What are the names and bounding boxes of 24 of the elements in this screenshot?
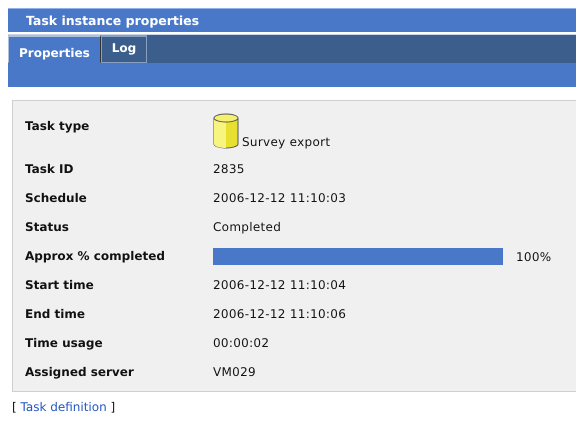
property-label: Task ID	[25, 162, 74, 178]
tab[interactable]: Properties	[8, 35, 101, 63]
property-value: 2006-12-12 11:10:06	[213, 307, 346, 323]
property-value: 2835	[213, 162, 245, 178]
property-label: Schedule	[25, 191, 88, 207]
window-title: Task instance properties	[8, 8, 576, 32]
property-value: VM029	[213, 365, 256, 381]
progress-value: 100%	[516, 250, 552, 264]
property-label: Task type	[25, 119, 90, 135]
property-label: Time usage	[25, 336, 104, 352]
property-label: Start time	[25, 278, 95, 294]
property-value: 2006-12-12 11:10:03	[213, 191, 346, 207]
cylinder-icon	[213, 113, 239, 149]
property-value: 00:00:02	[213, 336, 270, 352]
property-value: 2006-12-12 11:10:04	[213, 278, 346, 294]
task-definition-link[interactable]: Task definition	[20, 400, 107, 414]
property-label: End time	[25, 307, 86, 323]
tab[interactable]: Log	[100, 35, 148, 63]
property-label: Approx % completed	[25, 249, 166, 265]
property-value: Completed	[213, 220, 282, 236]
task-definition-line: [ Task definition ]	[12, 400, 116, 414]
property-label: Assigned server	[25, 365, 135, 381]
property-value: Survey export	[242, 135, 330, 149]
property-label: Status	[25, 220, 70, 236]
